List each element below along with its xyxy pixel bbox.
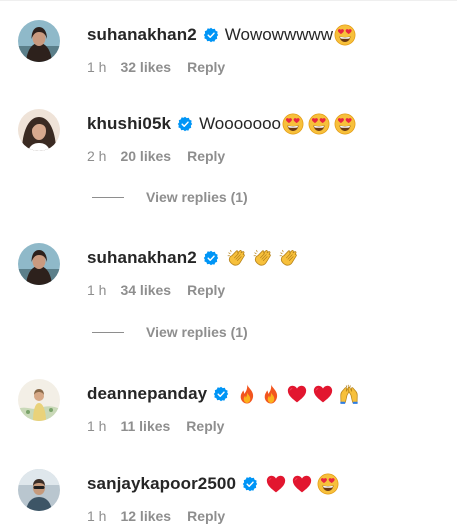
comment-meta: 2 h 20 likes Reply	[87, 148, 225, 164]
comment-header: suhanakhan2 Wowowwwww	[87, 22, 360, 48]
comment-header: sanjaykapoor2500	[87, 471, 343, 497]
likes-count[interactable]: 34 likes	[120, 282, 171, 298]
reply-button[interactable]: Reply	[187, 282, 225, 298]
avatar-image	[18, 243, 60, 285]
comment-emojis	[265, 473, 343, 495]
heart-eyes-emoji	[334, 113, 356, 135]
comment-time: 1 h	[87, 59, 107, 75]
comment-meta: 1 h 11 likes Reply	[87, 418, 224, 434]
likes-count[interactable]: 32 likes	[120, 59, 171, 75]
comment-header: khushi05k Wooooooo	[87, 111, 360, 137]
username[interactable]: suhanakhan2	[87, 25, 197, 45]
fire-emoji	[260, 383, 282, 405]
comment-item: suhanakhan2 1 h 34 likes Reply	[0, 237, 457, 298]
clapping-hands-emoji	[226, 247, 248, 269]
username[interactable]: khushi05k	[87, 114, 171, 134]
comment-text: Wowowwwww	[224, 25, 334, 44]
view-replies-button[interactable]: View replies (1)	[92, 189, 248, 205]
comment-meta: 1 h 32 likes Reply	[87, 59, 225, 75]
red-heart-emoji	[286, 383, 308, 405]
heart-eyes-emoji	[308, 113, 330, 135]
verified-badge-icon	[203, 250, 219, 266]
heart-eyes-emoji	[317, 473, 339, 495]
replies-divider	[92, 331, 124, 333]
avatar[interactable]	[18, 243, 60, 285]
raising-hands-emoji	[338, 383, 360, 405]
comment-emojis	[226, 247, 304, 269]
red-heart-emoji	[265, 473, 287, 495]
avatar-image	[18, 109, 60, 151]
comment-meta: 1 h 12 likes Reply	[87, 508, 225, 524]
avatar-image	[18, 379, 60, 421]
avatar[interactable]	[18, 20, 60, 62]
verified-badge-icon	[213, 386, 229, 402]
view-replies-label: View replies (1)	[146, 324, 248, 340]
reply-button[interactable]: Reply	[187, 508, 225, 524]
avatar-image	[18, 20, 60, 62]
likes-count[interactable]: 11 likes	[120, 418, 170, 434]
comment-emojis	[236, 383, 364, 405]
reply-button[interactable]: Reply	[187, 148, 225, 164]
comment-item: suhanakhan2 Wowowwwww 1 h 32 likes Reply	[0, 14, 457, 75]
verified-badge-icon	[242, 476, 258, 492]
username[interactable]: deannepanday	[87, 384, 207, 404]
comment-text: Wooooooo	[199, 114, 281, 133]
likes-count[interactable]: 12 likes	[120, 508, 171, 524]
reply-button[interactable]: Reply	[187, 59, 225, 75]
comment-header: deannepanday	[87, 381, 364, 407]
fire-emoji	[236, 383, 258, 405]
heart-eyes-emoji	[282, 113, 304, 135]
avatar[interactable]	[18, 379, 60, 421]
comment-emojis	[282, 113, 360, 135]
comment-header: suhanakhan2	[87, 245, 304, 271]
avatar-image	[18, 469, 60, 511]
replies-divider	[92, 196, 124, 198]
clapping-hands-emoji	[252, 247, 274, 269]
comment-time: 1 h	[87, 508, 107, 524]
clapping-hands-emoji	[278, 247, 300, 269]
comment-item: deannepanday 1 h 11 likes Reply	[0, 373, 457, 434]
verified-badge-icon	[203, 27, 219, 43]
view-replies-label: View replies (1)	[146, 189, 248, 205]
comment-time: 1 h	[87, 282, 107, 298]
comments-list: suhanakhan2 Wowowwwww 1 h 32 likes Reply	[0, 0, 457, 524]
comment-meta: 1 h 34 likes Reply	[87, 282, 225, 298]
username[interactable]: sanjaykapoor2500	[87, 474, 236, 494]
username[interactable]: suhanakhan2	[87, 248, 197, 268]
heart-eyes-emoji	[334, 24, 356, 46]
comment-item: khushi05k Wooooooo 2 h 20 likes Reply	[0, 103, 457, 164]
view-replies-button[interactable]: View replies (1)	[92, 324, 248, 340]
reply-button[interactable]: Reply	[186, 418, 224, 434]
red-heart-emoji	[312, 383, 334, 405]
comment-item: sanjaykapoor2500 1 h 12 likes Reply	[0, 463, 457, 524]
avatar[interactable]	[18, 109, 60, 151]
comment-time: 2 h	[87, 148, 107, 164]
comment-emojis	[334, 24, 360, 46]
comment-time: 1 h	[87, 418, 107, 434]
verified-badge-icon	[177, 116, 193, 132]
avatar[interactable]	[18, 469, 60, 511]
likes-count[interactable]: 20 likes	[120, 148, 171, 164]
red-heart-emoji	[291, 473, 313, 495]
